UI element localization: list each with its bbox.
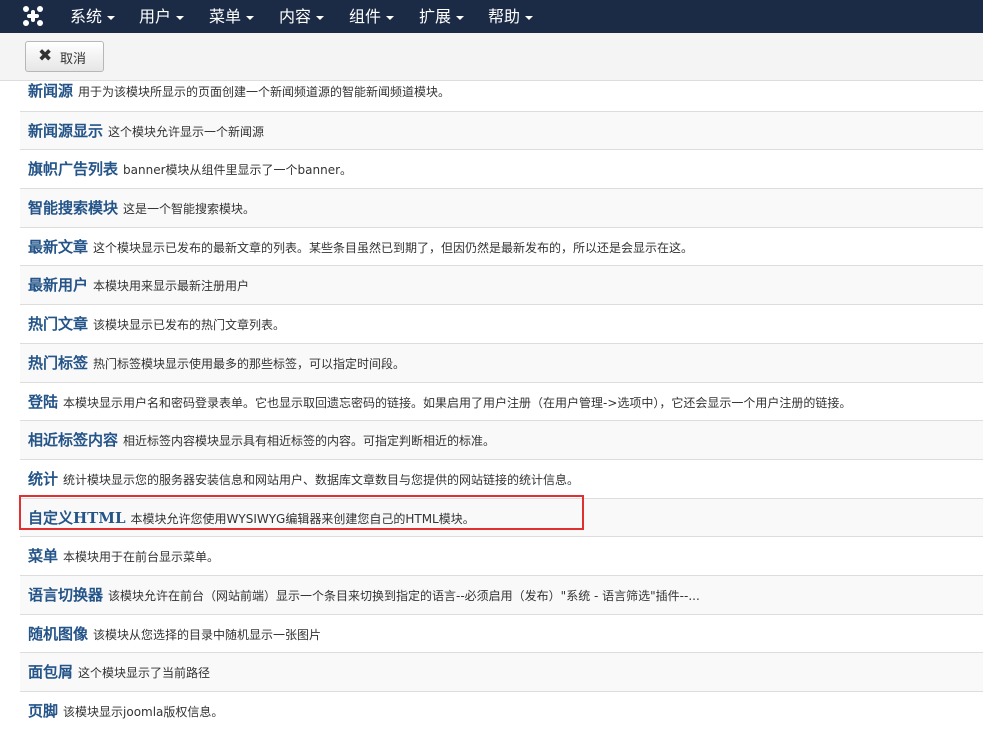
module-name-link[interactable]: 统计 — [28, 470, 58, 488]
module-name-link[interactable]: 热门标签 — [28, 354, 88, 372]
nav-menu-system[interactable]: 系统 — [70, 0, 116, 33]
module-row[interactable]: 最新用户 本模块用来显示最新注册用户 — [20, 265, 983, 305]
module-description: 这个模块允许显示一个新闻源 — [108, 124, 265, 139]
module-row[interactable]: 智能搜索模块 这是一个智能搜索模块。 — [20, 188, 983, 227]
top-navbar: 系统 用户 菜单 内容 组件 扩展 帮助 — [0, 0, 983, 33]
module-description: 该模块显示已发布的热门文章列表。 — [93, 318, 286, 333]
module-row[interactable]: 新闻源显示 这个模块允许显示一个新闻源 — [20, 110, 983, 150]
module-description: 该模块允许在前台（网站前端）显示一个条目来切换到指定的语言--必须启用（发布）"… — [108, 588, 700, 603]
module-description: 相近标签内容模块显示具有相近标签的内容。可指定判断相近的标准。 — [123, 434, 496, 449]
module-row[interactable]: 最新文章 这个模块显示已发布的最新文章的列表。某些条目虽然已到期了，但因仍然是最新… — [20, 226, 983, 266]
nav-menu-extensions[interactable]: 扩展 — [419, 0, 465, 33]
nav-menu-label: 用户 — [139, 7, 172, 26]
module-description: 热门标签模块显示使用最多的那些标签，可以指定时间段。 — [93, 356, 406, 371]
cancel-button[interactable]: ✖ 取消 — [25, 41, 104, 72]
module-type-list: 新闻源 用于为该模块所显示的页面创建一个新闻频道源的智能新闻频道模块。 新闻源显示… — [20, 72, 983, 730]
module-name-link[interactable]: 智能搜索模块 — [28, 199, 118, 217]
nav-menu-users[interactable]: 用户 — [139, 0, 185, 33]
module-row[interactable]: 面包屑 这个模块显示了当前路径 — [20, 652, 983, 691]
caret-down-icon — [246, 15, 255, 20]
module-row[interactable]: 随机图像 该模块从您选择的目录中随机显示一张图片 — [20, 613, 983, 653]
joomla-logo-icon[interactable] — [22, 5, 44, 27]
module-name-link[interactable]: 最新文章 — [28, 238, 88, 256]
nav-menu-components[interactable]: 组件 — [349, 0, 395, 33]
annotation-highlight-box — [19, 495, 584, 530]
nav-menu-label: 内容 — [279, 7, 312, 26]
module-description: 统计模块显示您的服务器安装信息和网站用户、数据库文章数目与您提供的网站链接的统计… — [63, 472, 580, 487]
module-row[interactable]: 登陆 本模块显示用户名和密码登录表单。它也显示取回遗忘密码的链接。如果启用了用户注… — [20, 381, 983, 421]
module-name-link[interactable]: 相近标签内容 — [28, 431, 118, 449]
caret-down-icon — [107, 15, 116, 20]
module-row[interactable]: 语言切换器 该模块允许在前台（网站前端）显示一个条目来切换到指定的语言--必须启用… — [20, 574, 983, 614]
module-name-link[interactable]: 旗帜广告列表 — [28, 160, 118, 178]
caret-down-icon — [525, 15, 534, 20]
caret-down-icon — [176, 15, 185, 20]
module-name-link[interactable]: 新闻源显示 — [28, 122, 103, 140]
module-name-link[interactable]: 最新用户 — [28, 276, 88, 294]
nav-menu-label: 菜单 — [209, 7, 242, 26]
module-description: 这是一个智能搜索模块。 — [123, 202, 256, 217]
module-row[interactable]: 统计 统计模块显示您的服务器安装信息和网站用户、数据库文章数目与您提供的网站链接的… — [20, 458, 983, 498]
module-description: 本模块用于在前台显示菜单。 — [63, 550, 220, 565]
module-description: 本模块显示用户名和密码登录表单。它也显示取回遗忘密码的链接。如果启用了用户注册（… — [63, 395, 852, 410]
caret-down-icon — [456, 15, 465, 20]
nav-menu-label: 帮助 — [488, 7, 521, 26]
close-icon: ✖ — [38, 46, 53, 66]
module-row[interactable]: 相近标签内容 相近标签内容模块显示具有相近标签的内容。可指定判断相近的标准。 — [20, 420, 983, 459]
nav-menu-label: 组件 — [349, 7, 382, 26]
module-name-link[interactable]: 热门文章 — [28, 315, 88, 333]
module-row[interactable]: 菜单 本模块用于在前台显示菜单。 — [20, 536, 983, 575]
module-name-link[interactable]: 语言切换器 — [28, 586, 103, 604]
module-name-link[interactable]: 新闻源 — [28, 82, 73, 100]
module-name-link[interactable]: 登陆 — [28, 393, 58, 411]
module-description: 这个模块显示已发布的最新文章的列表。某些条目虽然已到期了，但因仍然是最新发布的，… — [93, 240, 694, 255]
module-description: 该模块从您选择的目录中随机显示一张图片 — [93, 627, 322, 642]
caret-down-icon — [316, 15, 325, 20]
module-name-link[interactable]: 菜单 — [28, 547, 58, 565]
caret-down-icon — [386, 15, 395, 20]
module-description: 这个模块显示了当前路径 — [78, 666, 211, 681]
nav-menu-content[interactable]: 内容 — [279, 0, 325, 33]
module-name-link[interactable]: 面包屑 — [28, 663, 73, 681]
module-description: 用于为该模块所显示的页面创建一个新闻频道源的智能新闻频道模块。 — [78, 85, 451, 99]
nav-menu-label: 扩展 — [419, 7, 452, 26]
module-name-link[interactable]: 随机图像 — [28, 625, 88, 643]
module-description: banner模块从组件里显示了一个banner。 — [123, 163, 353, 178]
module-row[interactable]: 热门标签 热门标签模块显示使用最多的那些标签，可以指定时间段。 — [20, 342, 983, 382]
cancel-button-label: 取消 — [60, 52, 87, 67]
nav-menu-menus[interactable]: 菜单 — [209, 0, 255, 33]
module-name-link[interactable]: 页脚 — [28, 702, 58, 720]
module-row[interactable]: 热门文章 该模块显示已发布的热门文章列表。 — [20, 304, 983, 343]
module-row[interactable]: 页脚 该模块显示joomla版权信息。 — [20, 691, 983, 730]
nav-menu-help[interactable]: 帮助 — [488, 0, 534, 33]
nav-menu-label: 系统 — [70, 7, 103, 26]
toolbar: ✖ 取消 — [0, 33, 983, 81]
module-description: 本模块用来显示最新注册用户 — [93, 279, 250, 294]
module-description: 该模块显示joomla版权信息。 — [63, 705, 224, 719]
module-row[interactable]: 旗帜广告列表 banner模块从组件里显示了一个banner。 — [20, 149, 983, 188]
